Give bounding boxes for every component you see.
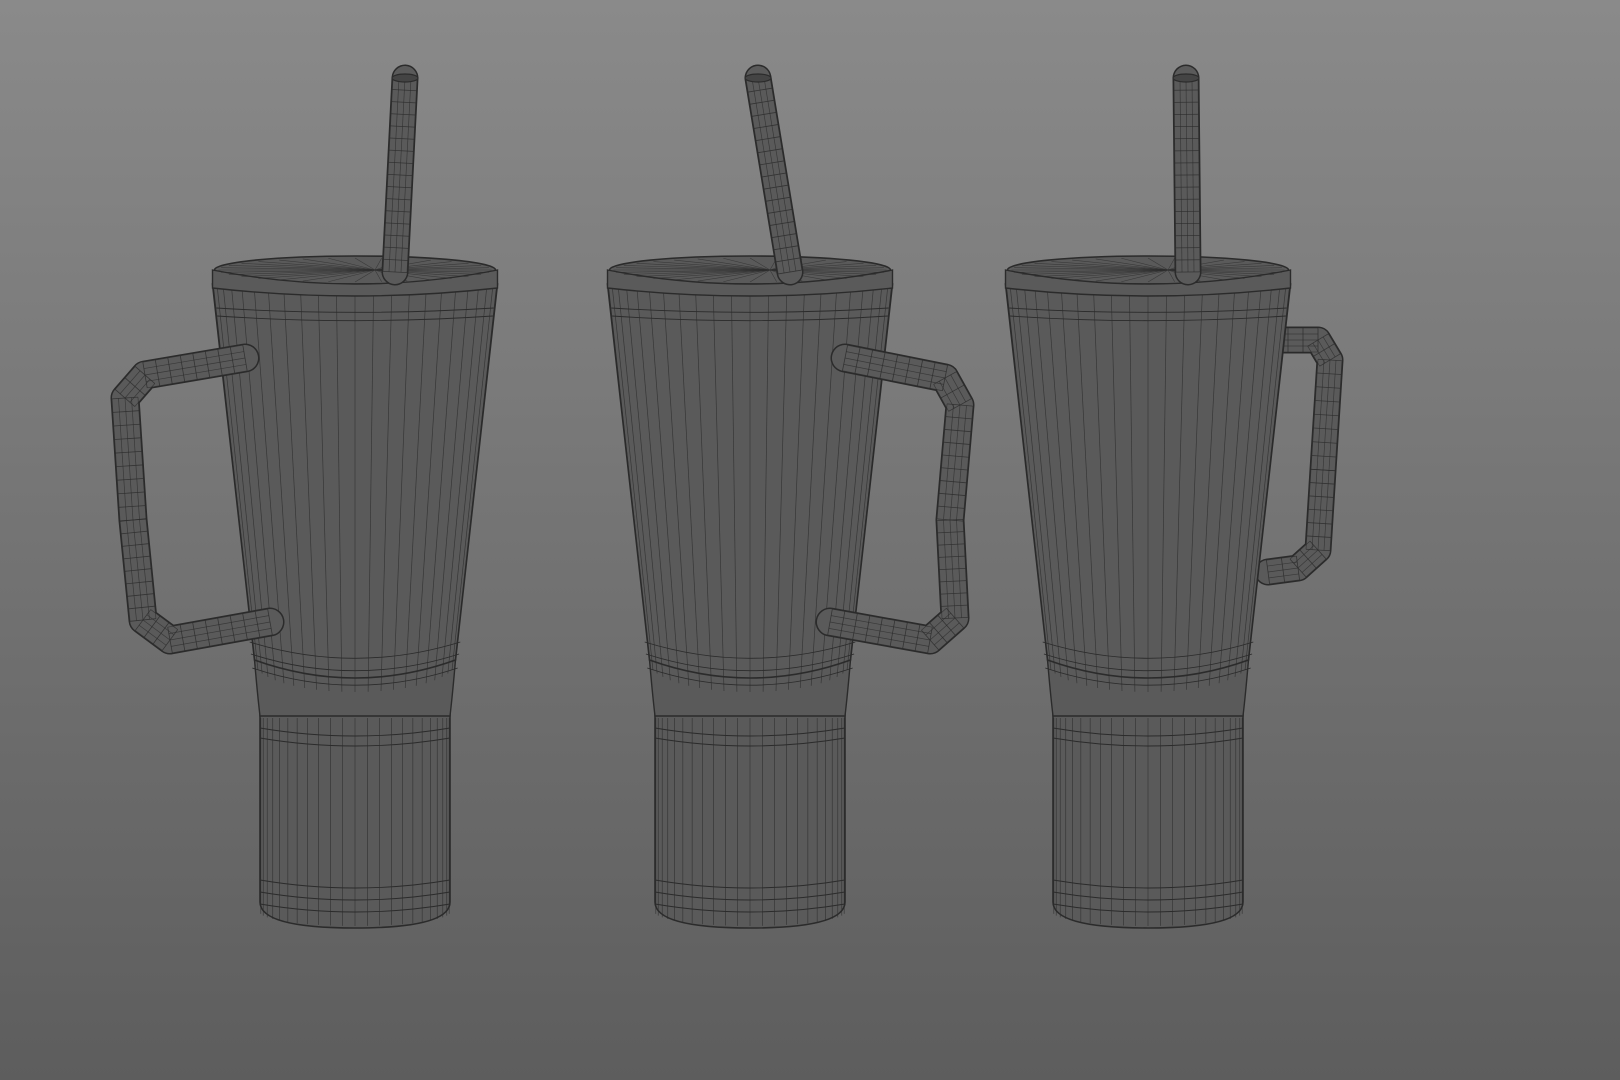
viewport-canvas[interactable] — [0, 0, 1620, 1080]
3d-viewport[interactable] — [0, 0, 1620, 1080]
tumbler-center-straw-top — [744, 73, 772, 83]
tumbler-right-straw-top — [1172, 73, 1200, 83]
tumbler-left-straw-top — [391, 73, 419, 83]
